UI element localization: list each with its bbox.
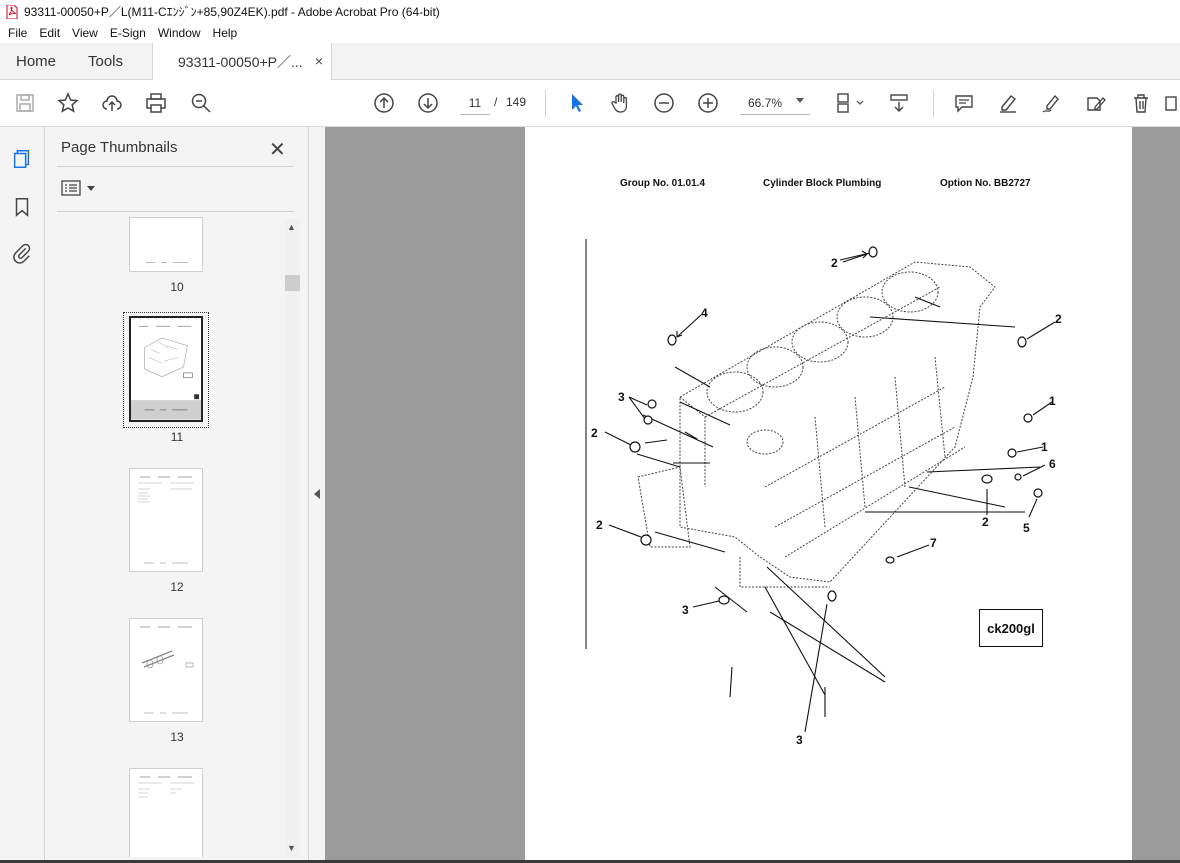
next-page-icon[interactable]	[415, 90, 441, 116]
thumbnail-scrollbar[interactable]: ▲ ▼	[285, 219, 300, 857]
save-icon[interactable]	[12, 90, 38, 116]
previous-page-icon[interactable]	[371, 90, 397, 116]
toolbar-divider	[545, 90, 546, 117]
callout-label: 2	[831, 256, 838, 270]
page-thumbnails-icon[interactable]	[10, 147, 34, 171]
page-thumbnail[interactable]	[129, 468, 203, 572]
upload-cloud-icon[interactable]	[99, 90, 125, 116]
thumbnail-label: 11	[170, 430, 184, 444]
menu-esign[interactable]: E-Sign	[104, 26, 152, 40]
more-tools-icon[interactable]	[1164, 90, 1178, 116]
callout-label: 3	[682, 603, 689, 617]
draw-sign-icon[interactable]	[1039, 90, 1065, 116]
callout-label: 5	[1023, 521, 1030, 535]
panel-divider	[57, 166, 293, 167]
bookmark-star-icon[interactable]	[55, 90, 81, 116]
bookmarks-icon[interactable]	[10, 195, 34, 219]
panel-divider	[57, 211, 293, 212]
callout-label: 2	[596, 518, 603, 532]
page-thumbnail-selected[interactable]	[129, 316, 203, 422]
figure-code-box: ck200gl	[979, 609, 1043, 647]
chevron-down-icon	[796, 98, 804, 103]
callout-label: 3	[618, 390, 625, 404]
highlight-pen-icon[interactable]	[995, 90, 1021, 116]
thumbnail-label: 10	[170, 280, 184, 294]
toolbar: / 149 66.7%	[0, 80, 1180, 127]
menu-help[interactable]: Help	[207, 26, 244, 40]
collapse-arrow-icon	[314, 489, 320, 499]
callout-label: 6	[1049, 457, 1056, 471]
options-list-icon	[61, 180, 81, 196]
zoom-search-icon[interactable]	[188, 90, 214, 116]
menu-bar: File Edit View E-Sign Window Help	[0, 23, 1180, 43]
attachments-paperclip-icon[interactable]	[10, 241, 34, 265]
page-thumbnails-panel: Page Thumbnails ✕ 10 11 12 13 ▲ ▼	[45, 127, 308, 863]
callout-label: 2	[1055, 312, 1062, 326]
toolbar-divider	[933, 90, 934, 117]
page-number-input[interactable]	[460, 91, 490, 115]
zoom-out-icon[interactable]	[651, 90, 677, 116]
close-tab-icon[interactable]: ×	[315, 53, 323, 69]
scrollbar-thumb[interactable]	[285, 275, 300, 291]
title-bar: 93311-00050+P／L(M11-Cｴﾝｼﾞﾝ+85,90Z4EK).pd…	[0, 0, 1180, 23]
zoom-in-icon[interactable]	[695, 90, 721, 116]
thumbnail-label: 13	[170, 730, 184, 744]
comment-icon[interactable]	[951, 90, 977, 116]
close-panel-icon[interactable]: ✕	[269, 137, 286, 162]
chevron-down-icon	[87, 185, 95, 191]
tab-tools[interactable]: Tools	[88, 43, 123, 80]
callout-label: 1	[1049, 394, 1056, 408]
zoom-level-select[interactable]: 66.7%	[740, 91, 810, 115]
select-cursor-icon[interactable]	[564, 90, 590, 116]
thumbnail-options-menu[interactable]	[61, 180, 95, 196]
panel-title: Page Thumbnails	[61, 139, 178, 156]
callout-label: 2	[982, 515, 989, 529]
acrobat-pdf-icon	[6, 4, 18, 19]
figure-code: ck200gl	[987, 620, 1035, 636]
cylinder-block-diagram: 2 2 4 3 2 1 1 6 2 5 2 7 3 3	[585, 239, 1062, 747]
print-icon[interactable]	[143, 90, 169, 116]
callout-label: 3	[796, 733, 803, 747]
thumbnail-label: 12	[170, 580, 184, 594]
scroll-mode-icon[interactable]	[886, 90, 912, 116]
page-separator: /	[494, 95, 498, 109]
total-pages: 149	[506, 95, 527, 109]
callout-label: 1	[1041, 440, 1048, 454]
scroll-down-icon[interactable]: ▼	[287, 843, 296, 853]
menu-edit[interactable]: Edit	[33, 26, 66, 40]
page-display-icon[interactable]	[833, 90, 867, 116]
menu-view[interactable]: View	[66, 26, 104, 40]
callout-label: 4	[701, 306, 708, 320]
tab-home[interactable]: Home	[16, 43, 56, 80]
group-number: Group No. 01.01.4	[620, 178, 706, 189]
zoom-level-value: 66.7%	[748, 95, 783, 110]
tab-bar: Home Tools 93311-00050+P／... ×	[0, 43, 1180, 81]
scroll-up-icon[interactable]: ▲	[287, 222, 296, 232]
tab-document[interactable]: 93311-00050+P／... ×	[152, 43, 332, 81]
pdf-page: Group No. 01.01.4 Cylinder Block Plumbin…	[525, 127, 1132, 863]
document-viewport[interactable]: Group No. 01.01.4 Cylinder Block Plumbin…	[325, 127, 1180, 863]
edit-text-icon[interactable]	[1083, 90, 1109, 116]
window-title: 93311-00050+P／L(M11-Cｴﾝｼﾞﾝ+85,90Z4EK).pd…	[24, 5, 440, 19]
hand-tool-icon[interactable]	[607, 90, 633, 116]
callout-label: 2	[591, 426, 598, 440]
tab-document-label: 93311-00050+P／...	[178, 54, 303, 70]
left-navigation-rail	[0, 127, 45, 863]
thumbnail-list: 10 11 12 13	[57, 217, 297, 857]
menu-window[interactable]: Window	[152, 26, 207, 40]
option-number: Option No. BB2727	[940, 178, 1031, 189]
page-thumbnail[interactable]	[129, 618, 203, 722]
page-thumbnail[interactable]	[129, 768, 203, 857]
delete-trash-icon[interactable]	[1128, 90, 1154, 116]
page-heading: Cylinder Block Plumbing	[763, 178, 882, 189]
menu-file[interactable]: File	[2, 26, 33, 40]
callout-label: 7	[930, 536, 937, 550]
page-thumbnail[interactable]	[129, 217, 203, 272]
panel-collapse-handle[interactable]	[308, 127, 325, 863]
